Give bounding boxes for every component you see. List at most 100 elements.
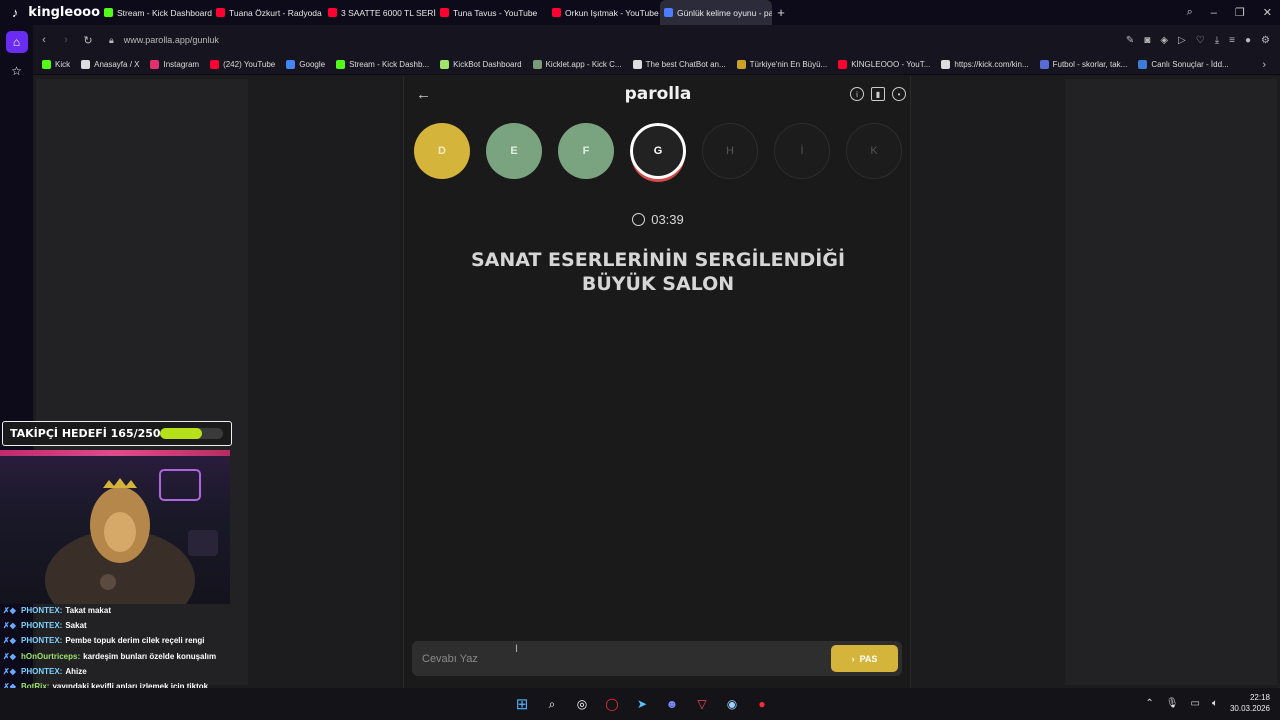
bookmark-item[interactable]: Instagram <box>150 60 199 69</box>
edit-icon[interactable]: ✎ <box>1126 35 1134 46</box>
tab[interactable]: Tuana Özkurt - Radyoda İ <box>212 0 324 25</box>
bookmark-favicon-icon <box>736 60 746 69</box>
chat-username: PHONTEX: <box>21 606 63 616</box>
tab-favicon-icon <box>328 8 337 17</box>
windows-start-icon[interactable]: ⊞ <box>512 694 532 714</box>
bookmark-item[interactable]: Futbol - skorlar, tak... <box>1039 60 1128 69</box>
answer-input[interactable] <box>422 641 822 676</box>
neon-light <box>0 450 230 456</box>
bookmark-item[interactable]: (242) YouTube <box>210 60 275 69</box>
bookmark-label: Canlı Sonuçlar - İdd... <box>1151 60 1229 69</box>
telegram-icon[interactable]: ➤ <box>632 694 652 714</box>
follow-goal-widget: TAKİPÇİ HEDEFİ 165/250 <box>2 421 232 446</box>
tray-chevron-icon[interactable]: ⌃ <box>1145 698 1153 709</box>
bookmark-item[interactable]: https://kick.com/kin... <box>941 60 1029 69</box>
bookmarks-more-icon[interactable]: › <box>1262 59 1266 71</box>
chat-username: hOnOurtriceps: <box>21 651 81 661</box>
tab[interactable]: Günlük kelime oyunu - pa <box>660 0 772 25</box>
heart-icon[interactable]: ♡ <box>1196 35 1205 46</box>
camera-icon[interactable]: ◙ <box>1144 35 1150 46</box>
back-icon[interactable]: ‹ <box>33 34 55 46</box>
star-icon[interactable]: ☆ <box>6 60 28 82</box>
profile-icon[interactable]: ● <box>1245 35 1251 46</box>
chat-badge-icon: ✗◆ <box>3 636 16 646</box>
opera-icon[interactable]: ◯ <box>602 694 622 714</box>
game-header: ← parolla i ▮ • <box>404 84 912 108</box>
bookmark-label: Stream - Kick Dashb... <box>349 60 430 69</box>
volume-icon[interactable]: 🔈︎ <box>1212 698 1218 709</box>
tab-favicon-icon <box>440 8 449 17</box>
bookmark-item[interactable]: Kick <box>42 60 70 69</box>
steam-icon[interactable]: ◉ <box>722 694 742 714</box>
search-icon[interactable]: ⌕ <box>542 694 562 714</box>
chat-badge-icon: ✗◆ <box>3 606 16 616</box>
tab-label: Günlük kelime oyunu - pa <box>677 7 772 18</box>
bookmark-label: Anasayfa / X <box>94 60 140 69</box>
info-icon[interactable]: i <box>850 87 864 101</box>
new-tab-button[interactable]: + <box>772 4 790 22</box>
close-button[interactable]: ✕ <box>1263 6 1272 19</box>
bookmark-favicon-icon <box>532 60 542 69</box>
bookmark-favicon-icon <box>838 60 848 69</box>
streamer-avatar <box>45 469 218 604</box>
bookmark-item[interactable]: Google <box>286 60 325 69</box>
minimize-button[interactable]: – <box>1211 7 1217 19</box>
letter-green: E <box>486 123 542 179</box>
settings-icon[interactable]: ⚙ <box>1261 35 1270 46</box>
profile-brand[interactable]: ♪ kingleooo <box>0 0 100 25</box>
download-icon[interactable]: ⤓ <box>1215 35 1219 46</box>
letter-pending: H <box>702 123 758 179</box>
bookmark-item[interactable]: KickBot Dashboard <box>440 60 522 69</box>
tab[interactable]: Stream - Kick Dashboard <box>100 0 212 25</box>
url-field[interactable]: www.parolla.app/gunluk <box>124 35 219 45</box>
shield-icon[interactable]: ◈ <box>1160 35 1168 46</box>
reload-icon[interactable]: ↻ <box>77 34 99 47</box>
clue-text: SANAT ESERLERİNİN SERGİLENDİĞİ BÜYÜK SAL… <box>444 248 872 296</box>
search-tabs-icon[interactable]: ⌕ <box>1187 6 1193 19</box>
bookmark-item[interactable]: KİNGLEOOO - YouT... <box>838 60 930 69</box>
chat-message: ✗◆ PHONTEX: Pembe topuk derim cilek reçeli… <box>0 633 235 648</box>
play-icon[interactable]: ▷ <box>1178 35 1186 46</box>
user-icon[interactable]: • <box>892 87 906 101</box>
clock-icon <box>632 213 646 226</box>
chat-text: Ahize <box>65 666 87 676</box>
valorant-icon[interactable]: ▽ <box>692 694 712 714</box>
follow-goal-fill <box>160 428 202 439</box>
menu-icon[interactable]: ≡ <box>1229 35 1235 46</box>
tab[interactable]: Orkun Işıtmak - YouTube <box>548 0 660 25</box>
bookmark-favicon-icon <box>440 60 450 69</box>
home-icon[interactable]: ⌂ <box>5 31 28 53</box>
forward-icon[interactable]: › <box>55 34 77 46</box>
bookmark-label: (242) YouTube <box>223 60 276 69</box>
bookmark-favicon-icon <box>210 60 220 69</box>
tiktok-icon: ♪ <box>11 5 19 20</box>
bookmark-item[interactable]: Anasayfa / X <box>81 60 139 69</box>
tab-label: Orkun Işıtmak - YouTube <box>565 7 659 18</box>
bookmark-label: Türkiye'nin En Büyü... <box>749 60 828 69</box>
maximize-button[interactable]: ❐ <box>1235 6 1245 19</box>
record-app-icon[interactable]: ● <box>752 694 772 714</box>
bookmark-item[interactable]: Türkiye'nin En Büyü... <box>736 60 828 69</box>
chrome-icon[interactable]: ◎ <box>572 694 592 714</box>
microphone-icon[interactable]: 🎙︎ <box>1166 698 1179 709</box>
chat-text: kardeşim bunları özelde konuşalım <box>83 651 217 661</box>
bookmark-item[interactable]: The best ChatBot an... <box>632 60 726 69</box>
pass-button[interactable]: › PAS <box>831 645 898 672</box>
stats-icon[interactable]: ▮ <box>871 87 885 101</box>
tab[interactable]: 3 SAATTE 6000 TL SERİSİ / <box>324 0 436 25</box>
clue-line-2: BÜYÜK SALON <box>581 273 735 295</box>
clock[interactable]: 22:18 30.03.2026 <box>1230 692 1270 714</box>
bookmark-label: Futbol - skorlar, tak... <box>1052 60 1128 69</box>
bookmark-label: Kicklet.app - Kick C... <box>545 60 622 69</box>
bookmark-label: KickBot Dashboard <box>453 60 522 69</box>
chat-text: Takat makat <box>65 606 111 616</box>
discord-icon[interactable]: ☻ <box>662 694 682 714</box>
bookmark-label: KİNGLEOOO - YouT... <box>851 60 931 69</box>
game-panel: ← parolla i ▮ • DEFGHİK 03:39 SANAT ESER… <box>403 76 911 688</box>
bookmark-item[interactable]: Stream - Kick Dashb... <box>336 60 429 69</box>
network-icon[interactable]: ▭ <box>1191 698 1200 709</box>
tab[interactable]: Tuna Tavus - YouTube <box>436 0 548 25</box>
bookmark-item[interactable]: Kicklet.app - Kick C... <box>532 60 622 69</box>
tab-label: Stream - Kick Dashboard <box>117 7 212 18</box>
bookmark-item[interactable]: Canlı Sonuçlar - İdd... <box>1138 60 1229 69</box>
